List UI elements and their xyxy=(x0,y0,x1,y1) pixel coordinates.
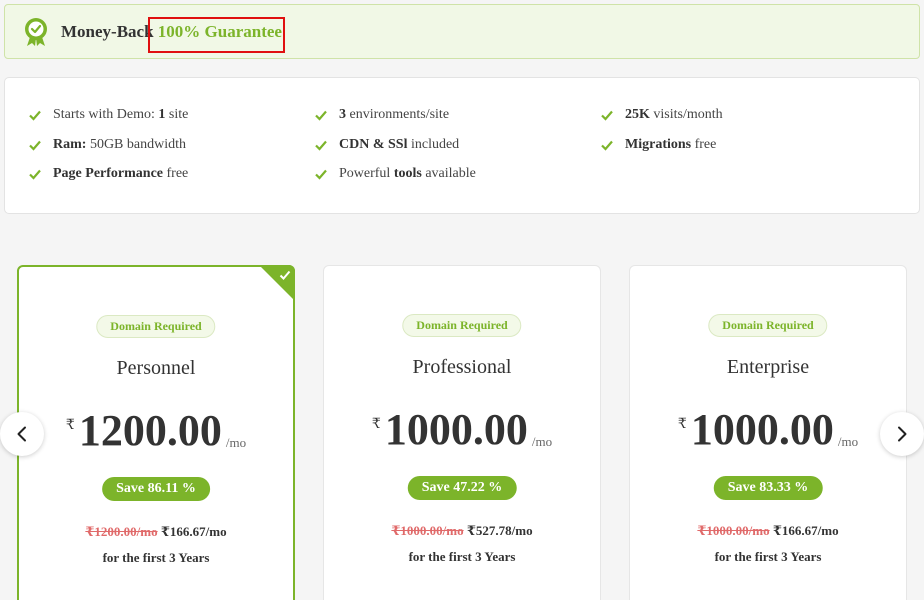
price-row: ₹ 1000.00 /mo xyxy=(630,404,906,456)
plan-name: Professional xyxy=(412,356,512,378)
original-price: ₹1000.00/mo xyxy=(391,523,464,538)
term-text: for the first 3 Years xyxy=(714,549,822,564)
price-row: ₹ 1200.00 /mo xyxy=(19,405,293,457)
carousel-next-button[interactable] xyxy=(880,412,924,456)
check-icon xyxy=(315,140,327,151)
feature-text: free xyxy=(163,166,189,181)
price-comparison: ₹1200.00/mo ₹166.67/mo xyxy=(19,524,293,540)
selected-corner xyxy=(259,265,295,301)
price-period: /mo xyxy=(225,435,247,450)
guarantee-badge-icon xyxy=(25,18,47,46)
price-amount: 1000.00 xyxy=(384,405,528,454)
feature-bold: tools xyxy=(393,166,422,181)
feature-bold: 3 xyxy=(339,107,346,122)
price-amount: 1000.00 xyxy=(690,405,834,454)
currency-symbol: ₹ xyxy=(677,417,687,432)
price-period: /mo xyxy=(531,434,553,449)
highlight-annotation-box xyxy=(148,17,285,53)
feature-bold: Migrations xyxy=(625,137,692,152)
feature-bold: Page Performance xyxy=(53,166,163,181)
chevron-left-icon xyxy=(17,426,26,442)
discounted-price: ₹166.67/mo xyxy=(772,523,839,538)
check-icon xyxy=(29,169,41,180)
feature-item: Powerful tools available xyxy=(315,166,476,182)
price-amount: 1200.00 xyxy=(78,406,222,455)
check-icon xyxy=(29,140,41,151)
feature-bold: Ram: xyxy=(53,137,87,152)
money-back-prefix: Money-Back xyxy=(61,22,154,41)
plan-card-professional[interactable]: Domain Required Professional ₹ 1000.00 /… xyxy=(323,265,601,600)
check-icon xyxy=(29,110,41,121)
feature-item: 3 environments/site xyxy=(315,107,449,123)
features-panel: Starts with Demo: 1 site 3 environments/… xyxy=(4,77,920,214)
feature-text: environments/site xyxy=(346,107,450,122)
feature-text: Powerful xyxy=(339,166,394,181)
check-icon xyxy=(315,169,327,180)
feature-item: Migrations free xyxy=(601,137,716,153)
domain-required-badge: Domain Required xyxy=(708,314,828,337)
feature-item: 25K visits/month xyxy=(601,107,723,123)
save-badge: Save 47.22 % xyxy=(407,476,517,500)
currency-symbol: ₹ xyxy=(65,418,75,433)
plan-card-enterprise[interactable]: Domain Required Enterprise ₹ 1000.00 /mo… xyxy=(629,265,907,600)
feature-text: available xyxy=(421,166,476,181)
domain-required-badge: Domain Required xyxy=(402,314,522,337)
feature-text: 50GB bandwidth xyxy=(86,137,186,152)
price-row: ₹ 1000.00 /mo xyxy=(324,404,600,456)
feature-bold: 25K xyxy=(625,107,650,122)
chevron-right-icon xyxy=(898,426,907,442)
term-text: for the first 3 Years xyxy=(408,549,516,564)
check-icon xyxy=(279,270,291,280)
original-price: ₹1200.00/mo xyxy=(85,524,158,539)
plan-name: Enterprise xyxy=(726,356,810,378)
check-icon xyxy=(601,140,613,151)
save-badge: Save 86.11 % xyxy=(102,477,210,501)
money-back-banner: Money-Back 100% Guarantee xyxy=(4,4,920,59)
discounted-price: ₹166.67/mo xyxy=(160,524,227,539)
feature-bold: CDN & SSl xyxy=(339,137,408,152)
plan-name: Personnel xyxy=(116,357,196,379)
price-period: /mo xyxy=(837,434,859,449)
price-comparison: ₹1000.00/mo ₹527.78/mo xyxy=(324,523,600,539)
feature-text: site xyxy=(165,107,189,122)
original-price: ₹1000.00/mo xyxy=(697,523,770,538)
check-icon xyxy=(601,110,613,121)
carousel-prev-button[interactable] xyxy=(0,412,44,456)
currency-symbol: ₹ xyxy=(371,417,381,432)
check-icon xyxy=(315,110,327,121)
price-comparison: ₹1000.00/mo ₹166.67/mo xyxy=(630,523,906,539)
feature-item: CDN & SSl included xyxy=(315,137,459,153)
plan-card-personnel[interactable]: Domain Required Personnel ₹ 1200.00 /mo … xyxy=(17,265,295,600)
feature-item: Ram: 50GB bandwidth xyxy=(29,137,186,153)
discounted-price: ₹527.78/mo xyxy=(466,523,533,538)
save-badge: Save 83.33 % xyxy=(713,476,823,500)
feature-text: free xyxy=(691,137,717,152)
term-text: for the first 3 Years xyxy=(102,550,210,565)
feature-text: Starts with Demo: xyxy=(53,107,159,122)
feature-text: included xyxy=(407,137,460,152)
feature-item: Page Performance free xyxy=(29,166,188,182)
feature-item: Starts with Demo: 1 site xyxy=(29,107,188,123)
feature-text: visits/month xyxy=(649,107,723,122)
domain-required-badge: Domain Required xyxy=(96,315,216,338)
